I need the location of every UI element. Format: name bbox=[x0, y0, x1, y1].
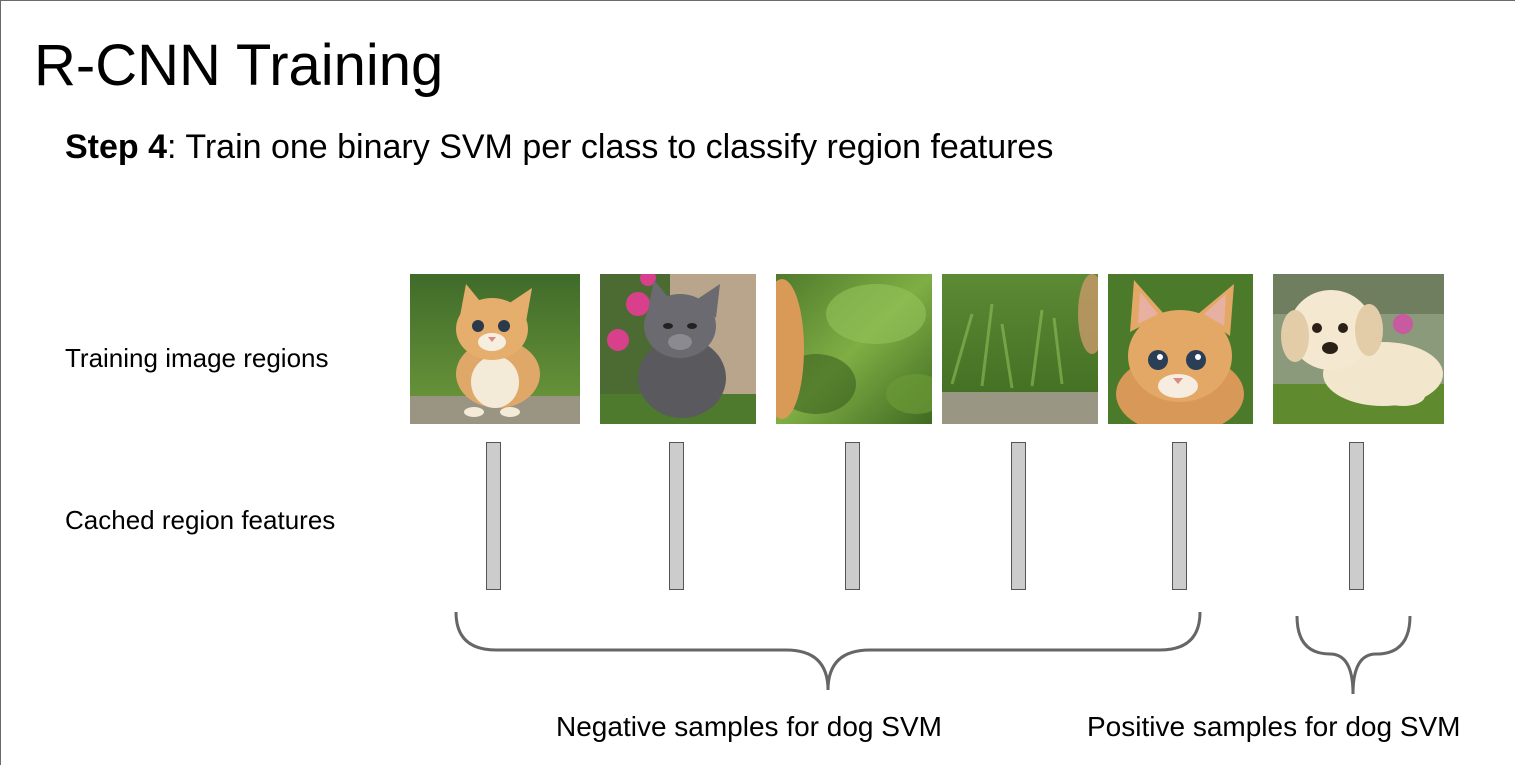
region-grass-background bbox=[776, 274, 932, 424]
feature-bar-2 bbox=[669, 442, 684, 590]
region-orange-kitten bbox=[410, 274, 580, 424]
region-gray-kitten bbox=[600, 274, 756, 424]
feature-bar-6 bbox=[1349, 442, 1364, 590]
negative-samples-label: Negative samples for dog SVM bbox=[556, 711, 942, 742]
feature-bar-4 bbox=[1011, 442, 1026, 590]
feature-bar-1 bbox=[486, 442, 501, 590]
region-dog-puppy bbox=[1273, 274, 1444, 424]
step-description: Step 4: Train one binary SVM per class t… bbox=[65, 126, 1053, 168]
feature-bar-3 bbox=[845, 442, 860, 590]
region-kitten-face bbox=[1108, 274, 1253, 424]
step-label: Step 4 bbox=[65, 128, 168, 166]
step-text: : Train one binary SVM per class to clas… bbox=[167, 128, 1054, 166]
slide-title: R-CNN Training bbox=[34, 33, 444, 98]
training-regions-label: Training image regions bbox=[65, 343, 329, 373]
feature-bar-5 bbox=[1172, 442, 1187, 590]
cached-features-label: Cached region features bbox=[65, 505, 336, 535]
region-grass-rock bbox=[942, 274, 1098, 424]
positive-samples-label: Positive samples for dog SVM bbox=[1087, 711, 1461, 742]
